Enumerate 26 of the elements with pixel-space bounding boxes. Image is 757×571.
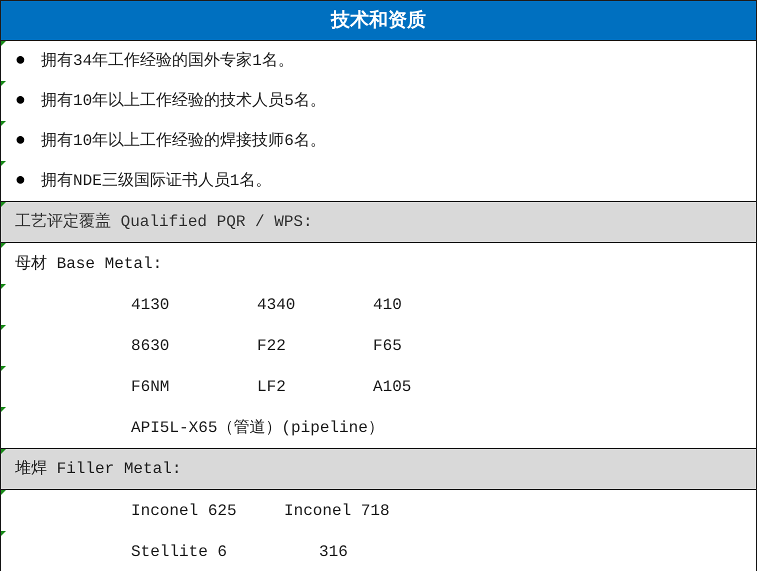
section-heading: 堆焊 Filler Metal: xyxy=(15,459,182,480)
material-grade: F65 xyxy=(373,336,402,356)
material-grade: 4130 xyxy=(131,294,170,316)
filler-material: Inconel 625 xyxy=(131,500,237,522)
material-grade: F22 xyxy=(257,336,286,356)
material-grade: A105 xyxy=(373,376,412,398)
staff-item: 拥有10年以上工作经验的焊接技师6名。 xyxy=(41,130,326,152)
material-grade: API5L-X65（管道）(pipeline） xyxy=(131,418,384,438)
bullet-icon: ● xyxy=(15,88,35,114)
material-grade: F6NM xyxy=(131,376,170,398)
filler-material: Stellite 6 xyxy=(131,542,228,562)
filler-material: Inconel 718 xyxy=(284,500,390,522)
material-grade: 8630 xyxy=(131,336,170,356)
staff-item: 拥有10年以上工作经验的技术人员5名。 xyxy=(41,90,326,112)
material-grade: 4340 xyxy=(257,294,296,316)
bullet-icon: ● xyxy=(15,48,35,74)
bullet-icon: ● xyxy=(15,128,35,154)
staff-item: 拥有34年工作经验的国外专家1名。 xyxy=(41,50,294,72)
section-label: 母材 Base Metal: xyxy=(15,254,162,274)
material-grade: LF2 xyxy=(257,376,286,398)
bullet-icon: ● xyxy=(15,168,35,194)
staff-item: 拥有NDE三级国际证书人员1名。 xyxy=(41,170,272,192)
material-grade: 410 xyxy=(373,294,402,316)
section-heading: 工艺评定覆盖 Qualified PQR / WPS: xyxy=(15,212,313,233)
filler-material: 316 xyxy=(319,542,348,562)
window-title: 技术和资质 xyxy=(331,8,426,34)
